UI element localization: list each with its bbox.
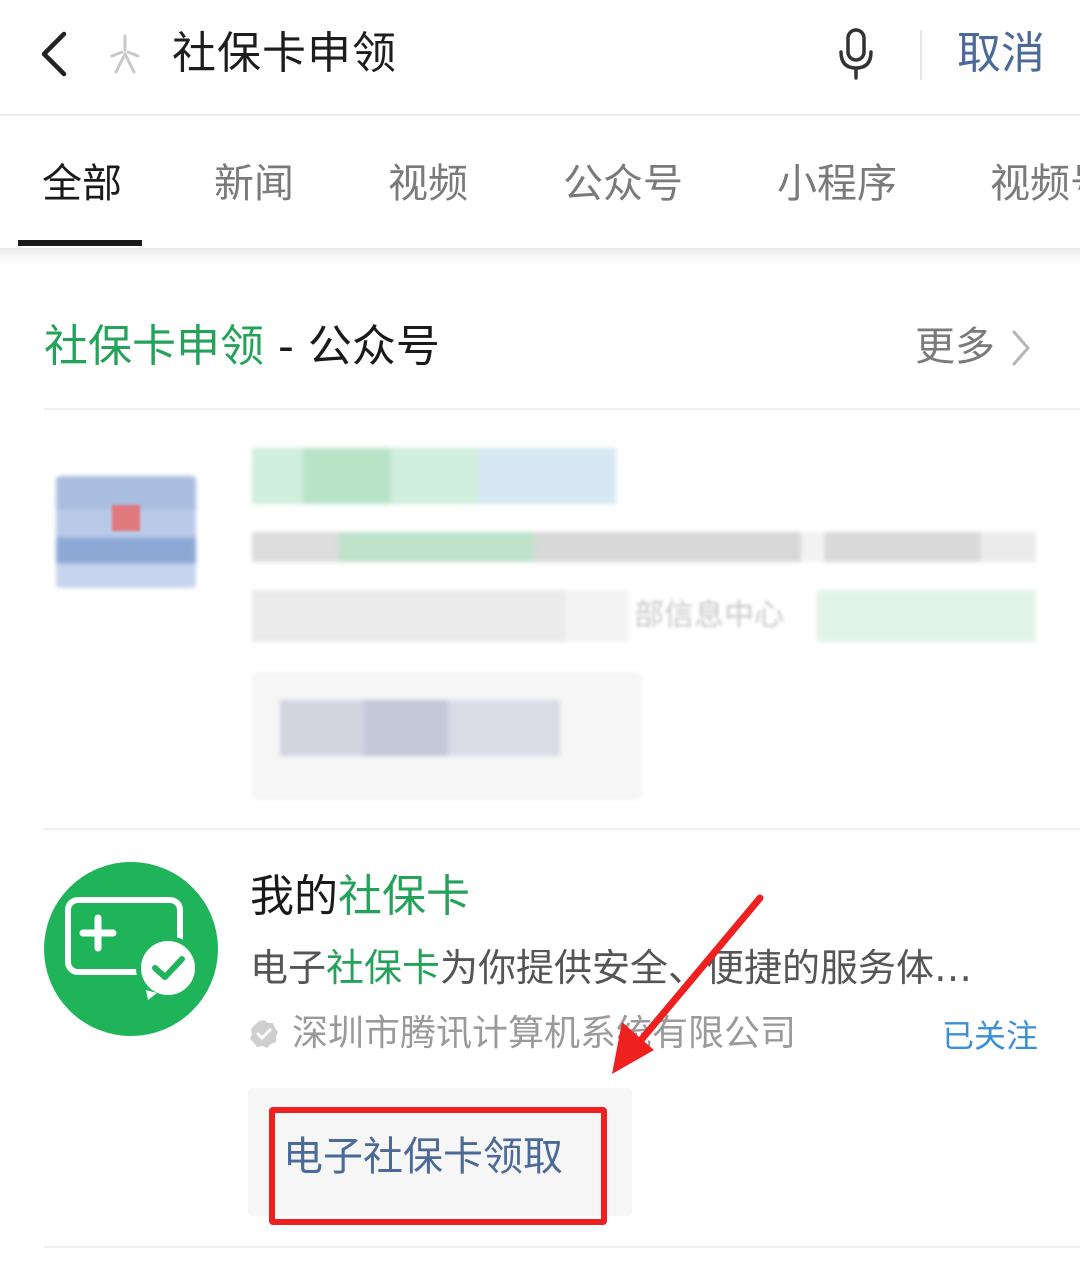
search-input[interactable]: 社保卡申领 bbox=[172, 26, 397, 82]
blurred-title[interactable] bbox=[252, 448, 616, 504]
blurred-description bbox=[252, 532, 1036, 562]
account-title[interactable]: 我的社保卡 bbox=[250, 868, 470, 926]
blurred-avatar[interactable] bbox=[56, 476, 196, 588]
divider bbox=[44, 408, 1080, 410]
tab-mini-programs[interactable]: 小程序 bbox=[777, 158, 897, 210]
search-tabs: 全部 新闻 视频 公众号 小程序 视频号 bbox=[0, 118, 1080, 248]
search-icon bbox=[110, 34, 140, 74]
desc-suffix: 为你提供安全、便捷的服务体… bbox=[440, 946, 973, 990]
followed-badge[interactable]: 已关注 bbox=[942, 1014, 1038, 1058]
section-title: 社保卡申领 - 公众号 bbox=[44, 318, 440, 376]
separator bbox=[920, 30, 922, 80]
section-suffix: - 公众号 bbox=[264, 321, 440, 372]
blurred-service-link[interactable] bbox=[280, 700, 560, 756]
blurred-avatar-detail bbox=[112, 505, 140, 531]
account-title-prefix: 我的 bbox=[250, 871, 338, 922]
divider bbox=[44, 828, 1080, 830]
card-logo-icon[interactable] bbox=[44, 862, 218, 1036]
search-bar: 社保卡申领 取消 bbox=[0, 0, 1080, 116]
tab-news[interactable]: 新闻 bbox=[214, 158, 294, 210]
tab-video[interactable]: 视频 bbox=[388, 158, 468, 210]
account-source: 深圳市腾讯计算机系统有限公司 bbox=[292, 1013, 797, 1054]
back-icon[interactable] bbox=[34, 28, 78, 80]
blurred-partial-text: 部信息中心 bbox=[634, 598, 784, 633]
active-tab-indicator bbox=[18, 240, 142, 246]
verified-icon bbox=[250, 1020, 278, 1048]
microphone-icon[interactable] bbox=[834, 26, 878, 82]
cancel-button[interactable]: 取消 bbox=[957, 26, 1045, 82]
more-link[interactable]: 更多 bbox=[915, 320, 995, 374]
divider bbox=[44, 1246, 1080, 1248]
tab-all[interactable]: 全部 bbox=[42, 158, 122, 210]
tab-official-accounts[interactable]: 公众号 bbox=[563, 158, 683, 210]
highlight-box bbox=[269, 1107, 607, 1225]
chevron-right-icon[interactable] bbox=[1010, 328, 1032, 368]
desc-prefix: 电子 bbox=[250, 946, 327, 990]
account-title-keyword: 社保卡 bbox=[338, 871, 470, 922]
section-keyword: 社保卡申领 bbox=[44, 321, 264, 372]
desc-keyword: 社保卡 bbox=[326, 946, 441, 990]
tabs-divider bbox=[0, 248, 1080, 268]
account-description: 电子社保卡为你提供安全、便捷的服务体… bbox=[250, 942, 1040, 994]
tab-channels[interactable]: 视频号 bbox=[990, 158, 1080, 210]
